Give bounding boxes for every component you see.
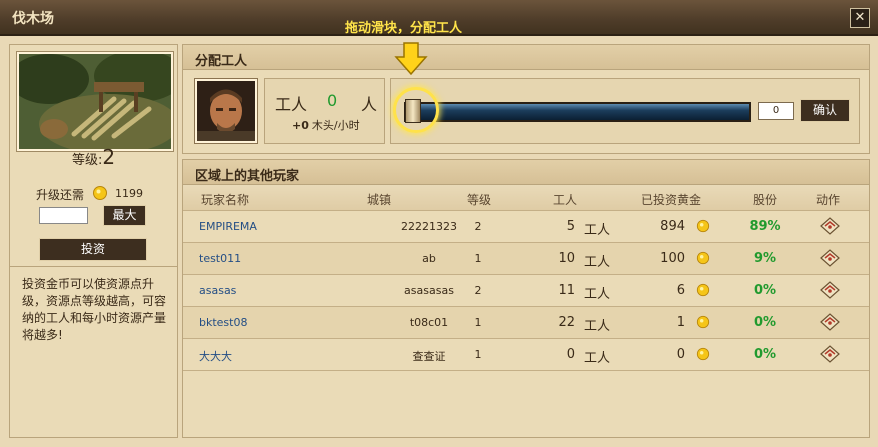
rate-value: +0 xyxy=(292,119,309,132)
divider xyxy=(10,266,177,267)
table-row: 大大大 查查证 1 0 工人 0 0% xyxy=(183,339,869,371)
col-share: 股份 xyxy=(752,193,778,207)
player-name-link[interactable]: 大大大 xyxy=(199,348,232,364)
invest-amount-input[interactable] xyxy=(39,207,88,224)
level-display: 等级:2 xyxy=(10,145,177,169)
player-name-link[interactable]: EMPIREMA xyxy=(199,220,257,233)
scroll-action-icon[interactable] xyxy=(819,344,841,367)
workers-count: 0 xyxy=(327,91,338,110)
building-info-panel: 等级:2 升级还需 1199 最大 投资 投资金币可以使资源点升级，资源点等级越… xyxy=(9,44,178,438)
table-empty-area xyxy=(183,372,869,437)
level-value: 2 xyxy=(102,145,116,169)
scroll-action-icon[interactable] xyxy=(819,312,841,335)
production-rate: +0 木头/小时 xyxy=(292,117,360,133)
gold-coin-icon xyxy=(696,219,710,236)
workers-unit: 人 xyxy=(361,95,378,114)
worker-slider-track[interactable] xyxy=(404,102,751,122)
gold-coin-icon xyxy=(696,315,710,332)
assign-section-header: 分配工人 xyxy=(183,45,869,70)
worker-slider-handle[interactable] xyxy=(405,99,421,123)
invested-gold: 894 xyxy=(660,219,685,234)
gold-coin-icon xyxy=(696,347,710,364)
col-invested-gold: 已投资黄金 xyxy=(640,193,702,207)
slider-value-input[interactable]: 0 xyxy=(758,102,794,120)
table-row: asasas asasasas 2 11 工人 6 0% xyxy=(183,275,869,307)
workers-label: 工人 xyxy=(275,95,308,114)
share-percent: 0% xyxy=(753,315,777,330)
player-workers: 11 xyxy=(558,283,575,298)
scroll-action-icon[interactable] xyxy=(819,216,841,239)
workers-unit-label: 工人 xyxy=(584,255,611,270)
upgrade-label: 升级还需 xyxy=(36,188,85,202)
lumber-yard-image xyxy=(17,52,173,151)
invested-gold: 6 xyxy=(676,283,685,298)
level-label: 等级: xyxy=(71,153,103,168)
rate-unit: 木头/小时 xyxy=(311,119,360,132)
players-table-header: 玩家名称 城镇 等级 工人 已投资黄金 股份 动作 xyxy=(183,185,869,211)
scroll-action-icon[interactable] xyxy=(819,248,841,271)
invested-gold: 0 xyxy=(676,347,685,362)
close-button[interactable]: ✕ xyxy=(850,8,870,28)
window-title: 伐木场 xyxy=(12,11,54,27)
workers-unit-label: 工人 xyxy=(584,351,611,366)
player-workers: 10 xyxy=(558,251,575,266)
invest-description: 投资金币可以使资源点升级，资源点等级越高，可容纳的工人和每小时资源产量将越多! xyxy=(22,277,167,342)
worker-slider-box: 0 确认 xyxy=(390,78,860,144)
invested-gold: 100 xyxy=(660,251,685,266)
table-row: bktest08 t08c01 1 22 工人 1 0% xyxy=(183,307,869,339)
down-arrow-icon xyxy=(393,41,429,77)
share-percent: 0% xyxy=(753,347,777,362)
workers-unit-label: 工人 xyxy=(584,287,611,302)
share-percent: 9% xyxy=(753,251,777,266)
scroll-action-icon[interactable] xyxy=(819,280,841,303)
col-level: 等级 xyxy=(466,193,492,207)
table-row: EMPIREMA 22221323 2 5 工人 894 89% xyxy=(183,211,869,243)
invested-gold: 1 xyxy=(676,315,685,330)
player-workers: 5 xyxy=(566,219,575,234)
col-town: 城镇 xyxy=(366,193,392,207)
players-section-header: 区域上的其他玩家 xyxy=(183,160,869,185)
player-level: 1 xyxy=(474,316,482,329)
other-players-panel: 区域上的其他玩家 玩家名称 城镇 等级 工人 已投资黄金 股份 动作 EMPIR… xyxy=(182,159,870,438)
player-name-link[interactable]: bktest08 xyxy=(199,316,247,329)
share-percent: 89% xyxy=(749,219,781,234)
col-player-name: 玩家名称 xyxy=(200,193,250,207)
confirm-button[interactable]: 确认 xyxy=(800,99,850,122)
worker-summary: 工人 0 人 +0 木头/小时 xyxy=(264,78,385,144)
workers-unit-label: 工人 xyxy=(584,223,611,238)
table-row: test011 ab 1 10 工人 100 9% xyxy=(183,243,869,275)
invest-button[interactable]: 投资 xyxy=(39,238,147,261)
player-level: 2 xyxy=(474,284,482,297)
player-level: 1 xyxy=(474,348,482,361)
worker-avatar xyxy=(195,79,257,143)
gold-coin-icon xyxy=(92,185,108,204)
player-name-link[interactable]: test011 xyxy=(199,252,241,265)
assign-workers-panel: 分配工人 工人 0 人 +0 木头/小时 0 确认 xyxy=(182,44,870,154)
assign-section-title: 分配工人 xyxy=(195,54,248,69)
workers-unit-label: 工人 xyxy=(584,319,611,334)
players-section-title: 区域上的其他玩家 xyxy=(195,169,300,184)
player-level: 1 xyxy=(474,252,482,265)
player-workers: 22 xyxy=(558,315,575,330)
player-workers: 0 xyxy=(566,347,575,362)
upgrade-cost: 1199 xyxy=(115,187,143,200)
gold-coin-icon xyxy=(696,283,710,300)
player-name-link[interactable]: asasas xyxy=(199,284,236,297)
col-workers: 工人 xyxy=(552,193,578,207)
slider-hint: 拖动滑块，分配工人 xyxy=(345,21,463,36)
lumber-yard-illustration xyxy=(19,54,171,149)
max-button[interactable]: 最大 xyxy=(103,205,146,226)
col-action: 动作 xyxy=(815,193,841,207)
gold-coin-icon xyxy=(696,251,710,268)
player-level: 2 xyxy=(474,220,482,233)
share-percent: 0% xyxy=(753,283,777,298)
